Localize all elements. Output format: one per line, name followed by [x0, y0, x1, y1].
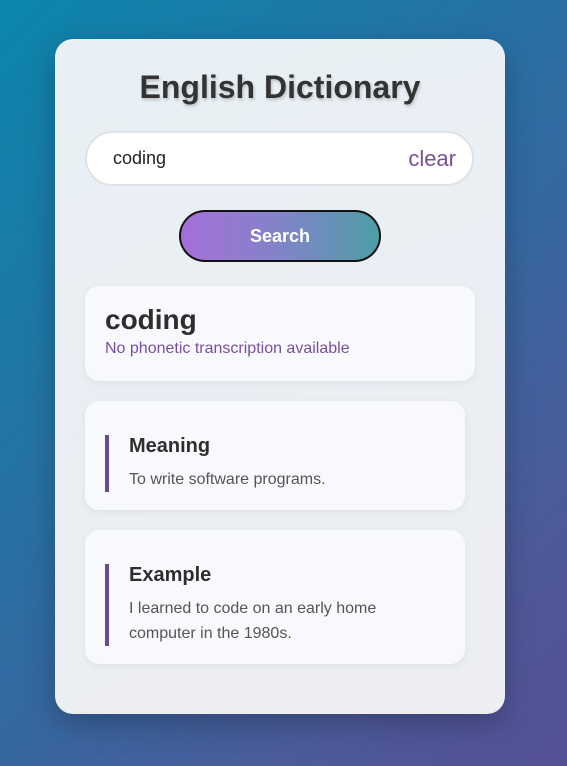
example-text: I learned to code on an early home compu…	[129, 600, 377, 642]
meaning-heading: Meaning	[129, 435, 211, 457]
dictionary-card: English Dictionary clear Search coding N…	[55, 39, 505, 714]
result-word: coding	[105, 304, 197, 335]
example-content: Example I learned to code on an early ho…	[105, 564, 445, 646]
search-box: clear	[85, 131, 474, 186]
clear-button[interactable]: clear	[408, 146, 456, 172]
example-panel: Example I learned to code on an early ho…	[85, 530, 465, 664]
meaning-panel: Meaning To write software programs.	[85, 401, 465, 510]
word-panel: coding No phonetic transcription availab…	[85, 286, 475, 381]
meaning-text: To write software programs.	[129, 471, 326, 488]
phonetic-text: No phonetic transcription available	[105, 340, 350, 357]
meaning-content: Meaning To write software programs.	[105, 435, 445, 492]
search-input[interactable]	[113, 148, 409, 169]
search-button[interactable]: Search	[179, 210, 381, 262]
example-heading: Example	[129, 564, 212, 586]
page-title: English Dictionary	[139, 69, 421, 105]
